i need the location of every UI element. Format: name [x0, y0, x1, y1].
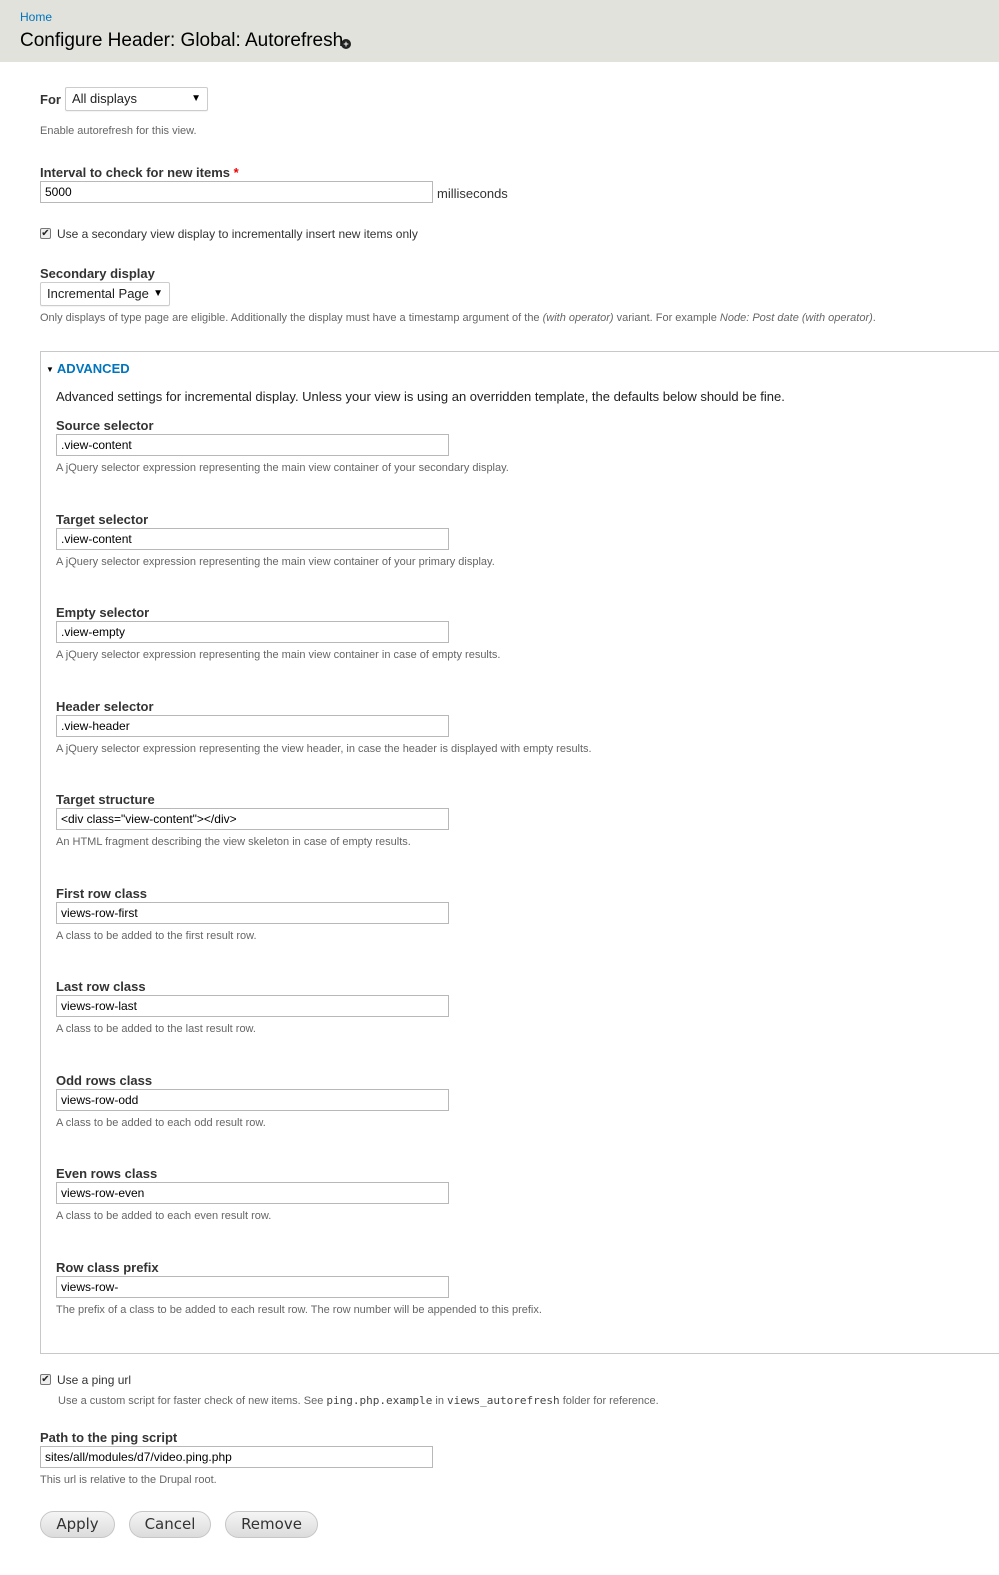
advanced-legend-label: ADVANCED	[56, 361, 130, 376]
interval-label: Interval to check for new items *	[40, 165, 239, 180]
odd-rows-class-input[interactable]: views-row-odd	[56, 1089, 449, 1111]
field-description: A jQuery selector expression representin…	[56, 743, 592, 755]
caret-down-icon: ▼	[153, 288, 163, 299]
ping-path-input[interactable]: sites/all/modules/d7/video.ping.php	[40, 1446, 433, 1468]
ping-url-checkbox[interactable]: ✔	[40, 1374, 51, 1385]
first-row-class-input[interactable]: views-row-first	[56, 902, 449, 924]
last-row-class-input[interactable]: views-row-last	[56, 995, 449, 1017]
secondary-desc-part: Only displays of type page are eligible.…	[40, 312, 543, 324]
cancel-button[interactable]: Cancel	[129, 1511, 211, 1538]
field-description: A class to be added to each odd result r…	[56, 1117, 266, 1129]
row-class-prefix-input[interactable]: views-row-	[56, 1276, 449, 1298]
field-label: Empty selector	[56, 605, 150, 620]
secondary-desc-part: variant. For example	[613, 312, 720, 324]
ping-desc-code: views_autorefresh	[447, 1394, 560, 1407]
field-label: Row class prefix	[56, 1260, 159, 1275]
field-description: A jQuery selector expression representin…	[56, 649, 501, 661]
ping-url-label[interactable]: Use a ping url	[57, 1373, 131, 1387]
field-label: Even rows class	[56, 1166, 158, 1181]
for-select[interactable]: All displays ▼	[65, 87, 208, 111]
ping-desc-part: Use a custom script for faster check of …	[58, 1395, 327, 1407]
caret-down-icon: ▼	[191, 93, 201, 104]
target-structure-input[interactable]: <div class="view-content"></div>	[56, 808, 449, 830]
page-title: Configure Header: Global: Autorefresh	[20, 30, 344, 51]
secondary-display-value: Incremental Page	[47, 286, 149, 301]
source-selector-input[interactable]: .view-content	[56, 434, 449, 456]
field-description: A class to be added to the last result r…	[56, 1023, 256, 1035]
secondary-desc-part: .	[872, 312, 876, 324]
field-description: A class to be added to each even result …	[56, 1210, 272, 1222]
secondary-checkbox-label[interactable]: Use a secondary view display to incremen…	[57, 227, 418, 241]
secondary-display-select[interactable]: Incremental Page ▼	[40, 282, 170, 306]
advanced-intro: Advanced settings for incremental displa…	[56, 389, 785, 404]
header-selector-input[interactable]: .view-header	[56, 715, 449, 737]
required-marker: *	[233, 165, 239, 180]
field-label: Source selector	[56, 418, 154, 433]
field-description: A jQuery selector expression representin…	[56, 462, 509, 474]
field-label: First row class	[56, 886, 148, 901]
secondary-display-label: Secondary display	[40, 266, 155, 281]
remove-button[interactable]: Remove	[225, 1511, 318, 1538]
target-selector-input[interactable]: .view-content	[56, 528, 449, 550]
interval-suffix: milliseconds	[437, 186, 508, 201]
page-header: Home Configure Header: Global: Autorefre…	[0, 0, 999, 62]
triangle-down-icon: ▼	[46, 365, 54, 374]
secondary-desc-em: Node: Post date (with operator)	[719, 312, 873, 324]
field-description: A class to be added to the first result …	[56, 930, 257, 942]
breadcrumb-home-link[interactable]: Home	[20, 10, 52, 24]
ping-desc-code: ping.php.example	[326, 1394, 433, 1407]
field-label: Target selector	[56, 512, 149, 527]
enable-description: Enable autorefresh for this view.	[40, 125, 197, 137]
apply-button[interactable]: Apply	[40, 1511, 115, 1538]
secondary-display-checkbox[interactable]: ✔	[40, 228, 51, 239]
ping-desc-part: folder for reference.	[559, 1395, 659, 1407]
field-description: The prefix of a class to be added to eac…	[56, 1304, 542, 1316]
secondary-display-description: Only displays of type page are eligible.…	[40, 312, 876, 324]
even-rows-class-input[interactable]: views-row-even	[56, 1182, 449, 1204]
plus-circle-icon[interactable]: +	[341, 39, 351, 49]
ping-path-description: This url is relative to the Drupal root.	[40, 1474, 217, 1486]
empty-selector-input[interactable]: .view-empty	[56, 621, 449, 643]
interval-input[interactable]: 5000	[40, 181, 433, 203]
for-select-value: All displays	[72, 91, 138, 106]
ping-path-label: Path to the ping script	[40, 1430, 178, 1445]
interval-label-text: Interval to check for new items	[40, 165, 231, 180]
field-label: Target structure	[56, 792, 155, 807]
for-label: For	[40, 92, 61, 107]
field-description: An HTML fragment describing the view ske…	[56, 836, 411, 848]
field-label: Odd rows class	[56, 1073, 153, 1088]
ping-desc-part: in	[432, 1395, 448, 1407]
secondary-desc-em: (with operator)	[542, 312, 614, 324]
advanced-toggle[interactable]: ▼ ADVANCED	[46, 361, 130, 376]
field-label: Last row class	[56, 979, 146, 994]
field-label: Header selector	[56, 699, 154, 714]
field-description: A jQuery selector expression representin…	[56, 556, 495, 568]
ping-url-description: Use a custom script for faster check of …	[58, 1394, 659, 1407]
